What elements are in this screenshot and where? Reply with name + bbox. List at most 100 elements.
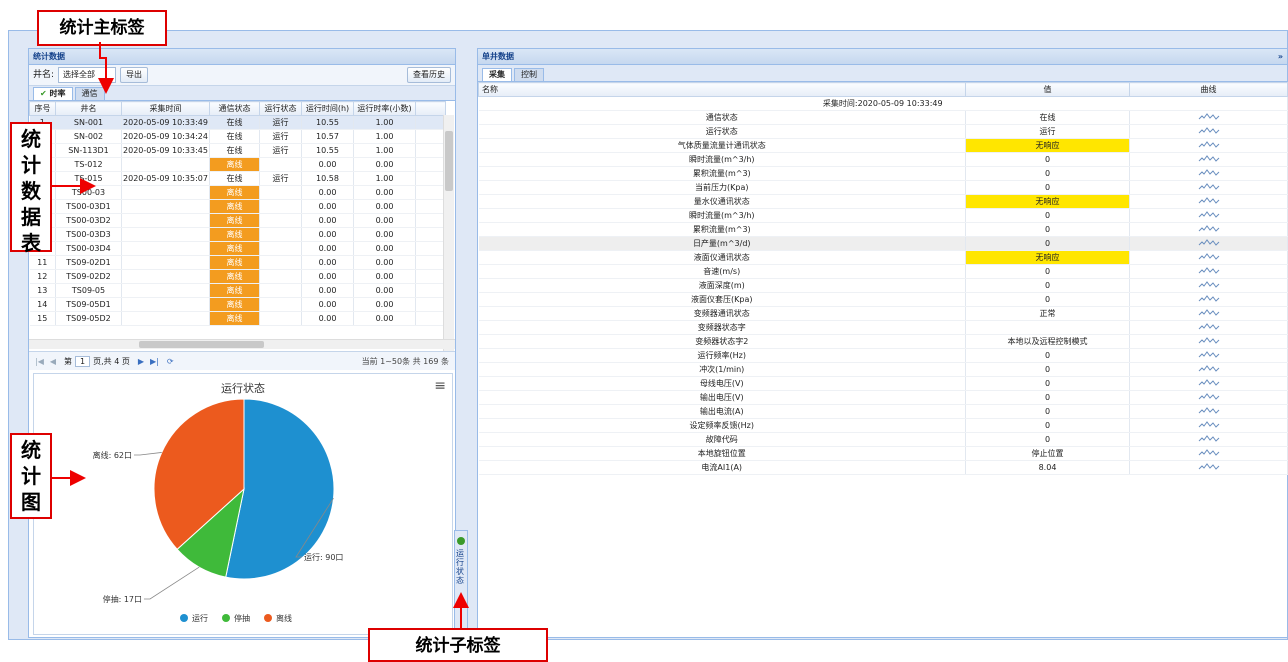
last-page-icon[interactable]: ▶| — [150, 357, 159, 366]
table-row[interactable]: 设定频率反馈(Hz) 0 — [478, 418, 1288, 433]
curve-icon[interactable] — [1129, 362, 1288, 377]
curve-icon[interactable] — [1129, 180, 1288, 195]
table-row[interactable]: 瞬时流量(m^3/h) 0 — [478, 208, 1288, 223]
curve-icon[interactable] — [1129, 110, 1288, 125]
curve-icon[interactable] — [1129, 432, 1288, 447]
table-row[interactable]: 累积流量(m^3) 0 — [478, 222, 1288, 237]
table-row[interactable]: 电流AI1(A) 8.04 — [478, 460, 1288, 475]
table-row[interactable]: 变频器状态字 — [478, 320, 1288, 335]
table-row[interactable]: 15 TS09-05D2 离线 0.00 0.00 — [29, 311, 446, 326]
col-header[interactable]: 运行时间(h) — [301, 101, 354, 116]
first-page-icon[interactable]: |◀ — [35, 357, 44, 366]
curve-icon[interactable] — [1129, 348, 1288, 363]
legend-label[interactable]: 停抽 — [234, 613, 250, 623]
table-row[interactable]: 输出电压(V) 0 — [478, 390, 1288, 405]
table-row[interactable]: 运行频率(Hz) 0 — [478, 348, 1288, 363]
col-header[interactable]: 运行状态 — [259, 101, 302, 116]
next-page-icon[interactable]: ▶ — [138, 357, 144, 366]
curve-icon[interactable] — [1129, 222, 1288, 237]
col-curve[interactable]: 曲线 — [1129, 82, 1288, 97]
col-header[interactable]: 序号 — [29, 101, 56, 116]
col-header[interactable]: 运行时率(小数) — [353, 101, 416, 116]
table-row[interactable]: 12 TS09-02D2 离线 0.00 0.00 — [29, 269, 446, 284]
curve-icon[interactable] — [1129, 418, 1288, 433]
col-header[interactable]: 井名 — [55, 101, 122, 116]
table-row[interactable]: 液面仪通讯状态 无响应 — [478, 250, 1288, 265]
table-row[interactable]: 6TS00-03离线0.000.00 — [29, 185, 446, 200]
table-scrollbar[interactable] — [443, 115, 454, 351]
hscroll-thumb[interactable] — [139, 341, 264, 348]
prev-page-icon[interactable]: ◀ — [50, 357, 56, 366]
curve-icon[interactable] — [1129, 124, 1288, 139]
table-row[interactable]: 变频器通讯状态 正常 — [478, 306, 1288, 321]
curve-icon[interactable] — [1129, 446, 1288, 461]
table-row[interactable]: 5TS-0152020-05-09 10:35:07在线运行10.581.00 — [29, 171, 446, 186]
col-header[interactable]: 通信状态 — [209, 101, 260, 116]
curve-icon[interactable] — [1129, 152, 1288, 167]
tab-rate[interactable]: ✔ 时率 — [33, 87, 73, 100]
refresh-icon[interactable]: ⟳ — [167, 357, 174, 366]
table-row[interactable]: 1SN-0012020-05-09 10:33:49在线运行10.551.00 — [29, 115, 446, 130]
table-row[interactable]: 当前压力(Kpa) 0 — [478, 180, 1288, 195]
curve-icon[interactable] — [1129, 208, 1288, 223]
curve-icon[interactable] — [1129, 264, 1288, 279]
curve-icon[interactable] — [1129, 194, 1288, 209]
tab-collect[interactable]: 采集 — [482, 68, 512, 81]
table-row[interactable]: 3SN-113D12020-05-09 10:33:45在线运行10.551.0… — [29, 143, 446, 158]
curve-icon[interactable] — [1129, 278, 1288, 293]
curve-icon[interactable] — [1129, 460, 1288, 475]
legend-marker[interactable] — [222, 614, 230, 622]
table-row[interactable]: 母线电压(V) 0 — [478, 376, 1288, 391]
well-select[interactable]: 选择全部 — [58, 67, 117, 83]
curve-icon[interactable] — [1129, 306, 1288, 321]
col-value[interactable]: 值 — [965, 82, 1130, 97]
table-row[interactable]: 4TS-012离线0.000.00 — [29, 157, 446, 172]
curve-icon[interactable] — [1129, 138, 1288, 153]
legend-label[interactable]: 离线 — [276, 613, 292, 623]
curve-icon[interactable] — [1129, 376, 1288, 391]
curve-icon[interactable] — [1129, 236, 1288, 251]
table-row[interactable]: 14 TS09-05D1 离线 0.00 0.00 — [29, 297, 446, 312]
curve-icon[interactable] — [1129, 334, 1288, 349]
tab-comm[interactable]: 通信 — [74, 87, 105, 100]
table-row[interactable]: 累积流量(m^3) 0 — [478, 166, 1288, 181]
table-row[interactable]: 2SN-0022020-05-09 10:34:24在线运行10.571.00 — [29, 129, 446, 144]
table-row[interactable]: 13 TS09-05 离线 0.00 0.00 — [29, 283, 446, 298]
col-name[interactable]: 名称 — [478, 82, 966, 97]
table-row[interactable]: 日产量(m^3/d) 0 — [478, 236, 1288, 251]
table-row[interactable]: 输出电流(A) 0 — [478, 404, 1288, 419]
table-row[interactable]: 7TS00-03D1离线0.000.00 — [29, 199, 446, 214]
table-row[interactable]: 变频器状态字2 本地以及远程控制模式 — [478, 334, 1288, 349]
page-input[interactable]: 1 — [75, 355, 91, 367]
curve-icon[interactable] — [1129, 250, 1288, 265]
history-button[interactable]: 查看历史 — [407, 67, 451, 83]
legend-label[interactable]: 运行 — [192, 613, 208, 623]
legend-marker[interactable] — [264, 614, 272, 622]
table-row[interactable]: 10TS00-03D4离线0.000.00 — [29, 241, 446, 256]
table-row[interactable]: 量水仪通讯状态 无响应 — [478, 194, 1288, 209]
tab-control[interactable]: 控制 — [514, 68, 544, 81]
legend-marker[interactable] — [180, 614, 188, 622]
table-row[interactable]: 瞬时流量(m^3/h) 0 — [478, 152, 1288, 167]
side-tab-status[interactable]: 运行状态 — [456, 549, 466, 585]
curve-icon[interactable] — [1129, 320, 1288, 335]
curve-icon[interactable] — [1129, 166, 1288, 181]
table-row[interactable]: 液面深度(m) 0 — [478, 278, 1288, 293]
export-button[interactable]: 导出 — [120, 67, 149, 83]
col-header[interactable]: 采集时间 — [121, 101, 210, 116]
table-row[interactable]: 运行状态 运行 — [478, 124, 1288, 139]
table-row[interactable]: 音速(m/s) 0 — [478, 264, 1288, 279]
table-row[interactable]: 11 TS09-02D1 离线 0.00 0.00 — [29, 255, 446, 270]
table-row[interactable]: 冲次(1/min) 0 — [478, 362, 1288, 377]
table-row[interactable]: 液面仪套压(Kpa) 0 — [478, 292, 1288, 307]
table-row[interactable]: 9TS00-03D3离线0.000.00 — [29, 227, 446, 242]
table-hscrollbar[interactable] — [29, 339, 455, 349]
table-row[interactable]: 通信状态 在线 — [478, 110, 1288, 125]
curve-icon[interactable] — [1129, 292, 1288, 307]
table-row[interactable]: 本地旋钮位置 停止位置 — [478, 446, 1288, 461]
collapse-icon[interactable]: » — [1278, 49, 1283, 64]
curve-icon[interactable] — [1129, 390, 1288, 405]
scroll-thumb[interactable] — [445, 131, 453, 191]
table-row[interactable]: 气体质量流量计通讯状态 无响应 — [478, 138, 1288, 153]
curve-icon[interactable] — [1129, 404, 1288, 419]
